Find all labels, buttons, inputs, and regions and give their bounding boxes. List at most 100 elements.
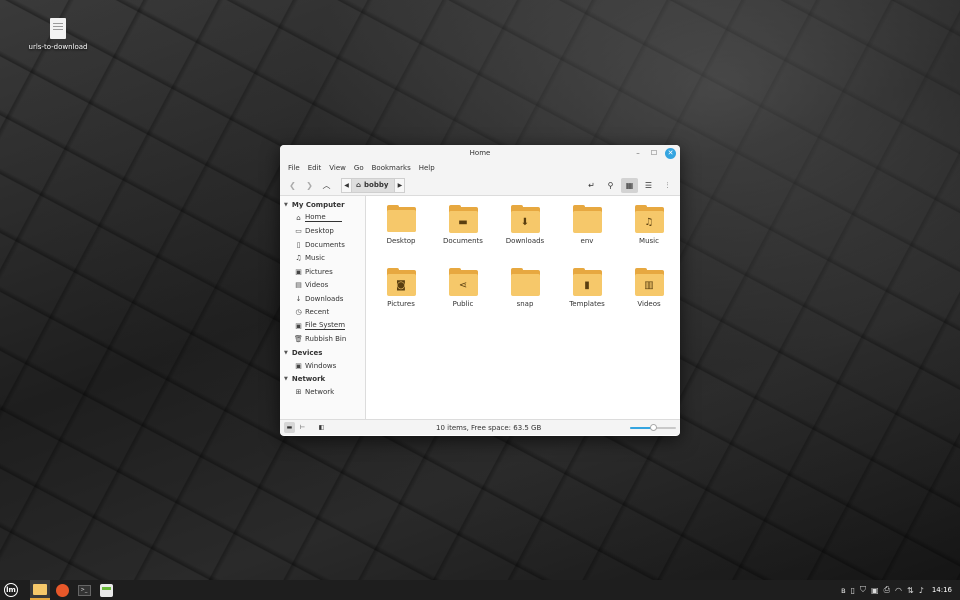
forward-button[interactable]: ❯	[301, 178, 318, 193]
path-right-button[interactable]: ▶	[394, 177, 406, 193]
chevron-left-icon: ❮	[289, 180, 296, 190]
terminal-icon: >_	[77, 584, 91, 596]
update-manager-icon	[99, 583, 113, 597]
zoom-handle[interactable]	[650, 424, 657, 431]
search-icon: ⚲	[607, 181, 614, 190]
folder-documents[interactable]: ▬ Documents	[432, 204, 494, 267]
taskbar: lm >_ ʙ ▯ ⛉ ▣ ⎙ ◠ ⇅ ♪ 14:16	[0, 580, 960, 600]
icon-view-button[interactable]: ▦	[621, 178, 638, 193]
folder-templates[interactable]: ▮ Templates	[556, 267, 618, 330]
breadcrumb: ◀ ⌂ bobby ▶	[341, 177, 406, 193]
menu-view[interactable]: View	[325, 164, 350, 172]
sidebar-item-pictures[interactable]: ▣ Pictures	[280, 265, 365, 279]
sidebar-section-network[interactable]: ▼ Network	[280, 373, 365, 386]
places-icon: ▬	[286, 424, 293, 431]
wifi-icon[interactable]: ◠	[895, 586, 902, 595]
shield-icon[interactable]: ⛉	[860, 585, 866, 595]
maximize-button[interactable]: ☐	[649, 147, 659, 159]
search-button[interactable]: ⚲	[602, 178, 619, 193]
folder-videos[interactable]: ▥ Videos	[618, 267, 680, 330]
menu-bar: File Edit View Go Bookmarks Help	[280, 161, 680, 175]
filesystem-icon: ▣	[295, 321, 302, 330]
status-bar: ▬ ⊢ ◧ 10 items, Free space: 63.5 GB	[280, 419, 680, 435]
sidebar-item-videos[interactable]: ▤ Videos	[280, 279, 365, 293]
hide-sidebar-button[interactable]: ◧	[316, 422, 327, 433]
toggle-location-button[interactable]: ↵	[583, 178, 600, 193]
printer-icon[interactable]: ⎙	[884, 585, 890, 595]
desktop-file-label: urls-to-download	[28, 43, 88, 51]
bluetooth-icon[interactable]: ʙ	[841, 586, 846, 595]
system-tray: ʙ ▯ ⛉ ▣ ⎙ ◠ ⇅ ♪ 14:16	[841, 580, 952, 600]
folder-label: Music	[639, 237, 659, 245]
folder-pictures-icon: ◙	[386, 268, 416, 296]
folder-music[interactable]: ♫ Music	[618, 204, 680, 267]
taskbar-firefox[interactable]	[52, 580, 72, 600]
compact-icon: ⫶	[666, 180, 669, 190]
folder-pictures[interactable]: ◙ Pictures	[370, 267, 432, 330]
sidebar-section-devices[interactable]: ▼ Devices	[280, 346, 365, 359]
sidebar-item-downloads[interactable]: ↓ Downloads	[280, 292, 365, 306]
sidebar-item-documents[interactable]: ▯ Documents	[280, 238, 365, 252]
menu-edit[interactable]: Edit	[304, 164, 326, 172]
breadcrumb-label: bobby	[364, 181, 389, 189]
sidebar-item-windows[interactable]: ▣ Windows	[280, 359, 365, 373]
folder-env[interactable]: env	[556, 204, 618, 267]
home-icon: ⌂	[296, 213, 301, 222]
folder-label: Pictures	[387, 300, 415, 308]
folder-public[interactable]: ⋖ Public	[432, 267, 494, 330]
sidebar-item-home[interactable]: ⌂ Home	[280, 211, 365, 225]
sidebar-section-my-computer[interactable]: ▼ My Computer	[280, 198, 365, 211]
clipboard-icon[interactable]: ▯	[851, 586, 855, 595]
minimize-button[interactable]: –	[633, 147, 643, 159]
menu-help[interactable]: Help	[415, 164, 439, 172]
show-places-button[interactable]: ▬	[284, 422, 295, 433]
sidebar-item-file-system[interactable]: ▣ File System	[280, 319, 365, 333]
file-manager-window: Home – ☐ ✕ File Edit View Go Bookmarks H…	[280, 145, 680, 436]
close-button[interactable]: ✕	[665, 147, 676, 159]
documents-icon: ▯	[296, 240, 301, 249]
folder-snap[interactable]: snap	[494, 267, 556, 330]
sidebar-item-music[interactable]: ♫ Music	[280, 252, 365, 266]
clock[interactable]: 14:16	[932, 586, 952, 594]
network-icon[interactable]: ⇅	[907, 586, 914, 595]
taskbar-terminal[interactable]: >_	[74, 580, 94, 600]
path-left-button[interactable]: ◀	[341, 177, 352, 193]
updates-icon[interactable]: ▣	[871, 586, 879, 595]
trash-icon: 🗑	[294, 335, 303, 344]
list-view-button[interactable]: ☰	[640, 178, 657, 193]
show-tree-button[interactable]: ⊢	[297, 422, 308, 433]
desktop-file-urls-to-download[interactable]: urls-to-download	[28, 18, 88, 51]
start-menu-button[interactable]: lm	[1, 580, 21, 600]
sidebar-item-network[interactable]: ⊞ Network	[280, 386, 365, 400]
title-bar[interactable]: Home – ☐ ✕	[280, 145, 680, 161]
menu-bookmarks[interactable]: Bookmarks	[368, 164, 415, 172]
downloads-icon: ↓	[295, 294, 302, 303]
grid-icon: ▦	[625, 181, 634, 190]
compact-view-button[interactable]: ⫶	[659, 178, 676, 193]
menu-go[interactable]: Go	[350, 164, 368, 172]
folder-label: Desktop	[386, 237, 416, 245]
menu-file[interactable]: File	[284, 164, 304, 172]
home-icon: ⌂	[356, 181, 362, 189]
taskbar-files[interactable]	[30, 580, 50, 600]
sidebar-item-rubbish-bin[interactable]: 🗑 Rubbish Bin	[280, 333, 365, 347]
folder-downloads[interactable]: ⬇ Downloads	[494, 204, 556, 267]
taskbar-update-manager[interactable]	[96, 580, 116, 600]
videos-icon: ▤	[295, 281, 302, 290]
breadcrumb-home[interactable]: ⌂ bobby	[352, 177, 395, 193]
desktop-icon: ▭	[295, 227, 302, 236]
folder-desktop[interactable]: Desktop	[370, 204, 432, 267]
network-icon: ⊞	[295, 388, 302, 397]
sidebar-item-recent[interactable]: ◷ Recent	[280, 306, 365, 320]
zoom-slider[interactable]	[630, 424, 676, 431]
up-button[interactable]: ︿	[318, 178, 335, 193]
volume-icon[interactable]: ♪	[919, 586, 924, 595]
back-button[interactable]: ❮	[284, 178, 301, 193]
triangle-right-icon: ▶	[397, 181, 403, 189]
sidebar-item-desktop[interactable]: ▭ Desktop	[280, 225, 365, 239]
toolbar: ❮ ❯ ︿ ◀ ⌂ bobby ▶ ↵ ⚲ ▦ ☰ ⫶	[280, 175, 680, 196]
chevron-up-icon: ︿	[322, 180, 331, 190]
folder-templates-icon: ▮	[572, 268, 602, 296]
folder-videos-icon: ▥	[634, 268, 664, 296]
mint-logo-icon: lm	[4, 583, 18, 597]
